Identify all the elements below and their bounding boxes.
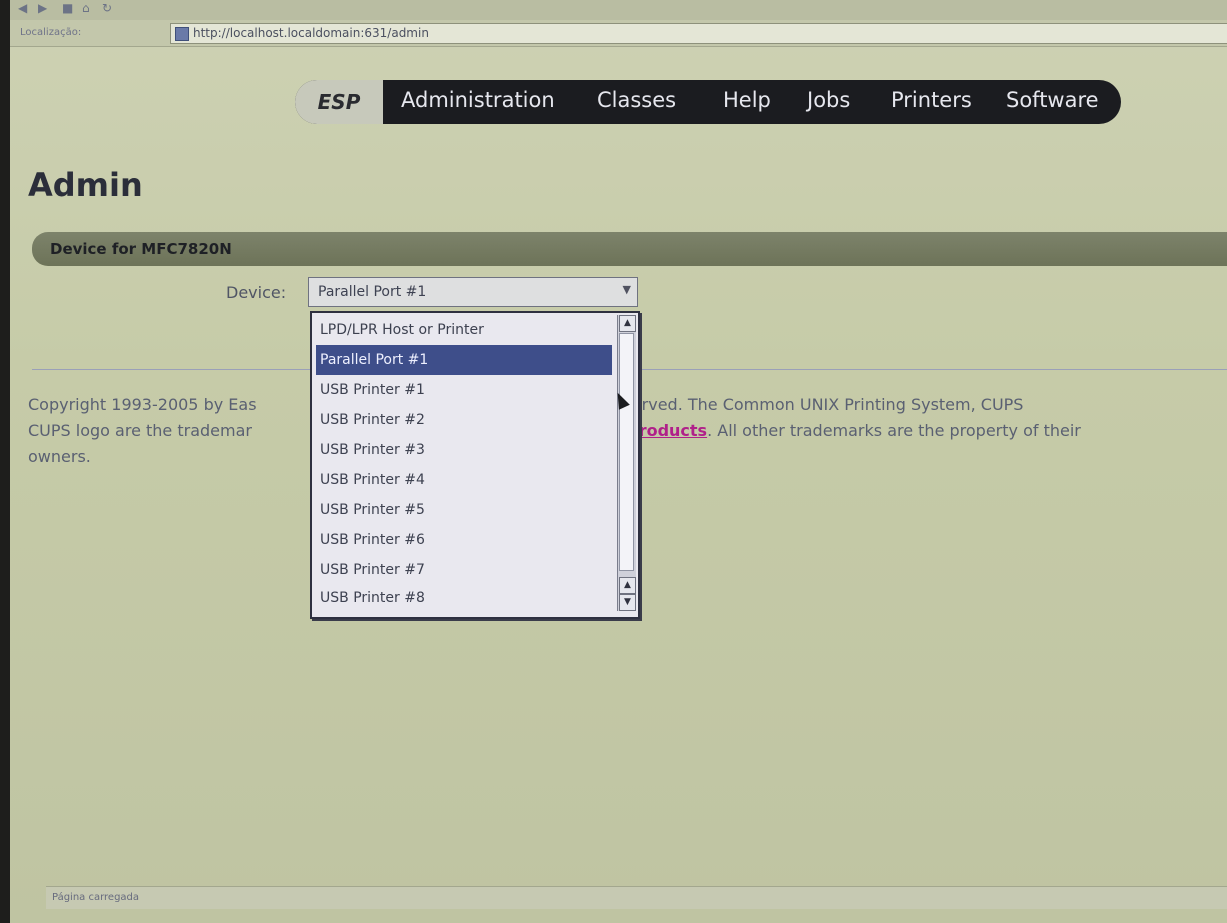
nav-classes[interactable]: Classes bbox=[597, 80, 676, 124]
copyright-line1-end: ts Reserved. The Common UNIX Printing Sy… bbox=[583, 395, 1024, 414]
page-title: Admin bbox=[28, 166, 143, 204]
copyright-line2-end: . All other trademarks are the property … bbox=[707, 421, 1081, 440]
chevron-down-icon[interactable]: ▼ bbox=[623, 283, 631, 296]
nav-administration[interactable]: Administration bbox=[401, 80, 555, 124]
dropdown-option[interactable]: USB Printer #2 bbox=[316, 405, 612, 435]
scroll-down-icon[interactable]: ▼ bbox=[619, 594, 636, 611]
dropdown-option[interactable]: USB Printer #7 bbox=[316, 555, 612, 585]
device-label: Device: bbox=[226, 283, 287, 302]
copyright-line1-start: Copyright 1993-2005 by Eas bbox=[28, 395, 257, 414]
copyright-line2-start: CUPS logo are the trademar bbox=[28, 421, 252, 440]
url-input[interactable]: http://localhost.localdomain:631/admin bbox=[170, 23, 1227, 44]
back-icon[interactable]: ◀ bbox=[18, 2, 32, 14]
status-bar: Página carregada bbox=[46, 886, 1227, 909]
scroll-up-icon[interactable]: ▲ bbox=[619, 577, 636, 594]
nav-printers[interactable]: Printers bbox=[891, 80, 972, 124]
browser-toolbar: ◀ ▶ ■ ⌂ ↻ bbox=[10, 0, 1227, 21]
reload-icon[interactable]: ↻ bbox=[102, 2, 116, 14]
section-header: Device for MFC7820N bbox=[32, 232, 1227, 266]
dropdown-option-selected[interactable]: Parallel Port #1 bbox=[316, 345, 612, 375]
home-icon[interactable]: ⌂ bbox=[82, 2, 96, 14]
dropdown-option[interactable]: USB Printer #3 bbox=[316, 435, 612, 465]
stop-icon[interactable]: ■ bbox=[62, 2, 76, 14]
scroll-up-icon[interactable]: ▲ bbox=[619, 315, 636, 332]
url-text[interactable]: http://localhost.localdomain:631/admin bbox=[193, 26, 429, 40]
location-label: Localização: bbox=[20, 27, 82, 38]
nav-jobs[interactable]: Jobs bbox=[807, 80, 850, 124]
dropdown-option[interactable]: USB Printer #5 bbox=[316, 495, 612, 525]
forward-icon[interactable]: ▶ bbox=[38, 2, 52, 14]
favicon-icon bbox=[175, 27, 189, 41]
dropdown-option[interactable]: USB Printer #1 bbox=[316, 375, 612, 405]
scroll-thumb[interactable] bbox=[619, 333, 634, 571]
dropdown-option[interactable]: USB Printer #8 bbox=[316, 583, 612, 613]
dropdown-option[interactable]: LPD/LPR Host or Printer bbox=[316, 315, 612, 345]
copyright-line3: owners. bbox=[28, 447, 91, 466]
dropdown-scrollbar[interactable]: ▲ ▲ ▼ bbox=[617, 315, 636, 611]
section-title: Device for MFC7820N bbox=[50, 240, 232, 258]
esp-logo[interactable]: ESP bbox=[295, 80, 383, 124]
nav-help[interactable]: Help bbox=[723, 80, 771, 124]
device-select[interactable]: Parallel Port #1 ▼ bbox=[308, 277, 638, 307]
location-bar: Localização: http://localhost.localdomai… bbox=[10, 20, 1227, 47]
dropdown-option[interactable]: USB Printer #6 bbox=[316, 525, 612, 555]
screen: ◀ ▶ ■ ⌂ ↻ Localização: http://localhost.… bbox=[10, 0, 1227, 923]
dropdown-option[interactable]: USB Printer #4 bbox=[316, 465, 612, 495]
device-select-value: Parallel Port #1 bbox=[318, 284, 427, 300]
top-navigation: ESP Administration Classes Help Jobs Pri… bbox=[295, 80, 1121, 124]
nav-software[interactable]: Software bbox=[1006, 80, 1099, 124]
status-text: Página carregada bbox=[52, 892, 140, 903]
device-dropdown-list[interactable]: LPD/LPR Host or Printer Parallel Port #1… bbox=[310, 311, 640, 619]
